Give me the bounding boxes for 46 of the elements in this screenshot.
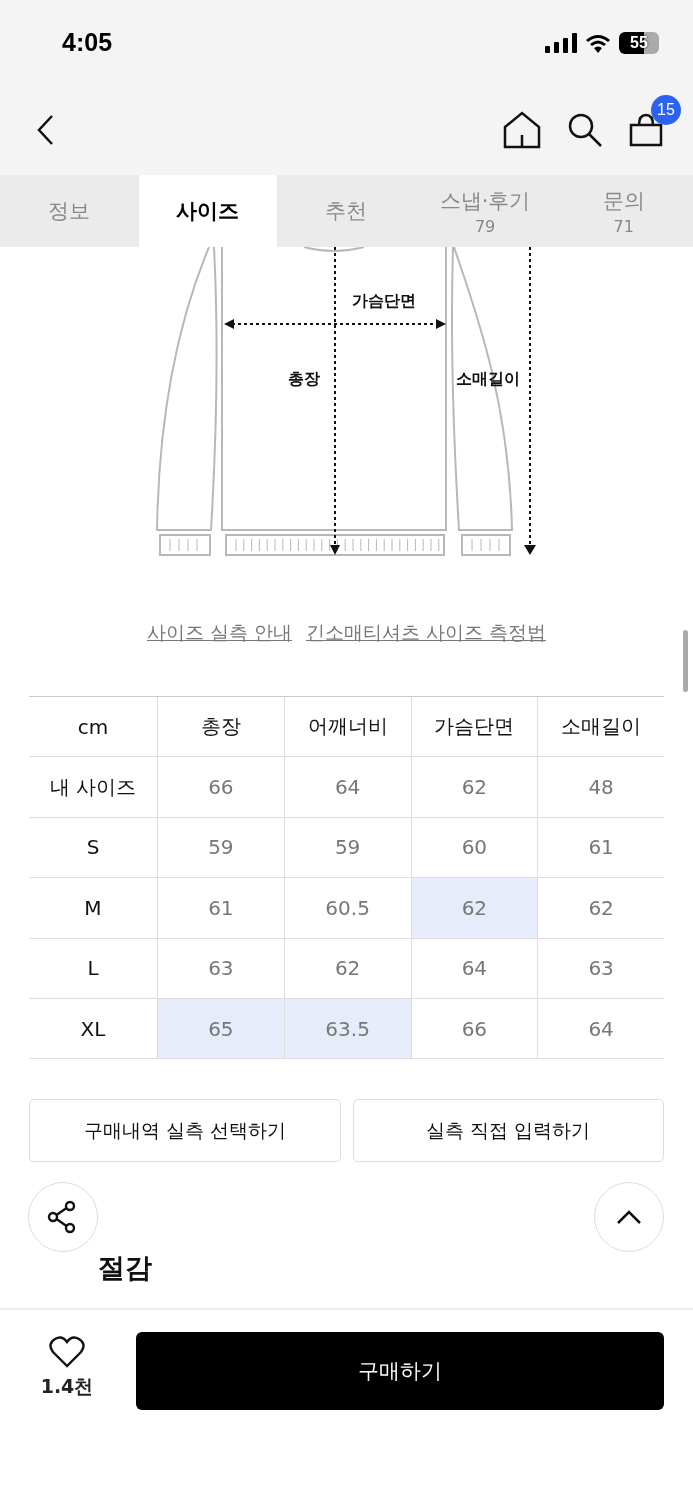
column-header: 어깨너비 — [283, 697, 411, 758]
signal-icon — [545, 32, 577, 53]
column-header: 소매길이 — [537, 697, 664, 758]
status-time: 4:05 — [62, 28, 113, 57]
measure-button[interactable]: 구매내역 실측 선택하기 — [29, 1099, 341, 1163]
table-cell: 63 — [537, 938, 664, 999]
measure-button[interactable]: 실측 직접 입력하기 — [352, 1099, 664, 1163]
cart-button[interactable] — [629, 113, 663, 147]
diagram-label: 소매길이 — [456, 369, 520, 390]
table-cell: 62 — [283, 938, 411, 999]
table-cell: 62 — [537, 878, 664, 939]
wifi-icon — [585, 32, 611, 53]
table-cell: 59 — [283, 817, 411, 879]
column-header: 총장 — [157, 697, 284, 758]
table-cell: 64 — [537, 998, 664, 1060]
table-cell: 64 — [283, 757, 411, 818]
diagram-label: 총장 — [288, 369, 320, 390]
guide-link[interactable]: 사이즈 실측 안내 — [146, 620, 292, 680]
table-cell: 62 — [410, 878, 538, 939]
table-cell: 66 — [410, 998, 538, 1060]
home-button[interactable] — [503, 111, 541, 149]
table-cell: 66 — [157, 757, 284, 818]
section-heading: 절감 — [98, 1251, 152, 1286]
tab[interactable]: 사이즈 — [138, 175, 278, 247]
table-cell: 61 — [537, 817, 664, 879]
heart-icon — [49, 1336, 85, 1369]
table-cell: 60 — [410, 817, 538, 879]
buy-button[interactable]: 구매하기 — [136, 1332, 664, 1411]
diagram-label: 가슴단면 — [352, 291, 416, 312]
cart-count-badge: 15 — [651, 95, 681, 125]
table-cell: 65 — [157, 998, 284, 1060]
table-cell: 61 — [157, 878, 284, 939]
like-button[interactable]: 1.4천 — [30, 1336, 104, 1401]
guide-link[interactable]: 긴소매티셔츠 사이즈 측정법 — [306, 620, 547, 680]
search-button[interactable] — [567, 112, 603, 148]
column-header: 가슴단면 — [410, 697, 538, 758]
back-button[interactable] — [36, 114, 54, 146]
chevron-up-icon — [616, 1209, 642, 1226]
table-cell: 64 — [410, 938, 538, 999]
table-cell: 48 — [537, 757, 664, 818]
table-cell: 63.5 — [283, 998, 411, 1060]
scrollbar-thumb — [683, 630, 688, 692]
table-cell: 60.5 — [283, 878, 411, 939]
table-cell: 63 — [157, 938, 284, 999]
table-cell: 62 — [410, 757, 538, 818]
table-cell: 59 — [157, 817, 284, 879]
